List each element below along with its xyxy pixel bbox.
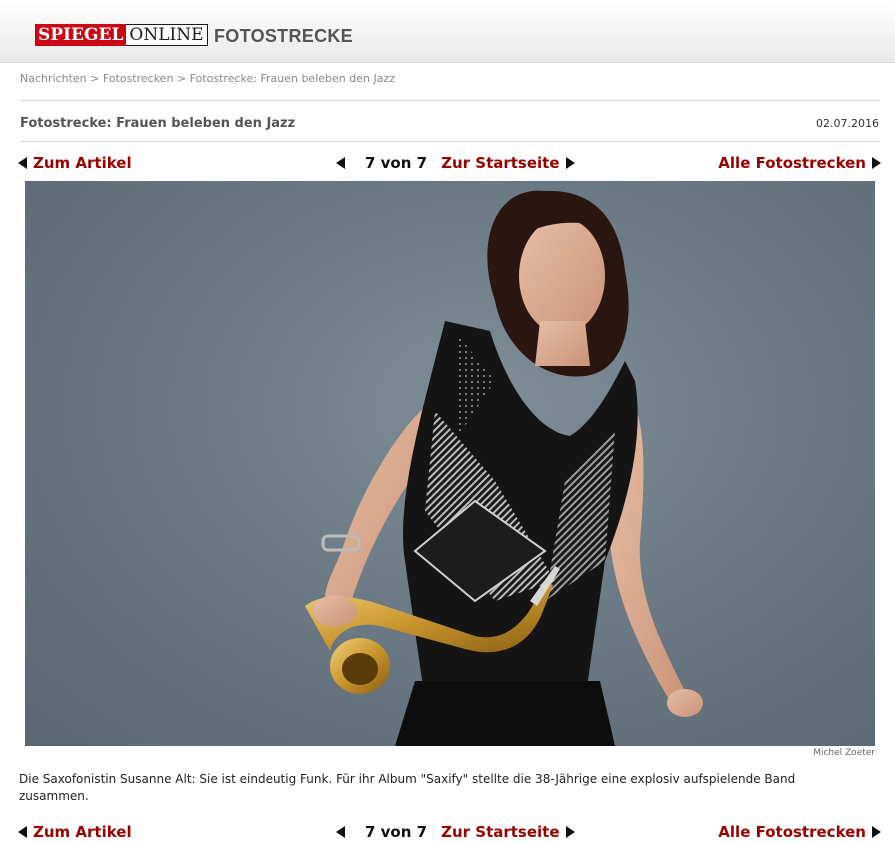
- arrow-right-icon: [872, 826, 881, 838]
- gallery-nav-top: Zum Artikel 7 von 7 Zur Startseite Alle …: [0, 154, 895, 174]
- arrow-left-icon: [18, 157, 27, 169]
- breadcrumb-current[interactable]: Fotostrecke: Frauen beleben den Jazz: [190, 72, 395, 85]
- photo-illustration: [305, 190, 703, 746]
- breadcrumb-separator: >: [90, 72, 100, 85]
- logo-online: ONLINE: [126, 24, 208, 46]
- breadcrumb: Nachrichten > Fotostrecken > Fotostrecke…: [20, 72, 395, 85]
- logo-spiegel: SPIEGEL: [35, 24, 127, 46]
- breadcrumb-nachrichten[interactable]: Nachrichten: [20, 72, 87, 85]
- all-galleries-link[interactable]: Alle Fotostrecken: [718, 154, 881, 172]
- divider: [20, 100, 880, 101]
- back-to-article-link[interactable]: Zum Artikel: [18, 823, 132, 841]
- publish-date: 02.07.2016: [816, 117, 879, 130]
- previous-photo-icon[interactable]: [336, 826, 345, 838]
- all-galleries-label: Alle Fotostrecken: [718, 154, 866, 172]
- all-galleries-label: Alle Fotostrecken: [718, 823, 866, 841]
- arrow-left-icon: [18, 826, 27, 838]
- breadcrumb-fotostrecken[interactable]: Fotostrecken: [103, 72, 174, 85]
- photo-counter: 7 von 7: [365, 823, 428, 841]
- spiegel-online-logo[interactable]: SPIEGEL ONLINE: [35, 24, 208, 46]
- next-photo-icon[interactable]: [565, 157, 575, 169]
- home-link[interactable]: Zur Startseite: [441, 823, 559, 841]
- back-to-article-label: Zum Artikel: [33, 154, 132, 172]
- arrow-right-icon: [872, 157, 881, 169]
- gallery-pager: 7 von 7 Zur Startseite: [336, 154, 575, 172]
- previous-photo-icon[interactable]: [336, 157, 345, 169]
- section-title: FOTOSTRECKE: [214, 26, 353, 46]
- gallery-photo[interactable]: [25, 181, 875, 746]
- photo-caption: Die Saxofonistin Susanne Alt: Sie ist ei…: [19, 772, 796, 803]
- photo-credit: Michel Zoeter: [813, 748, 875, 758]
- next-photo-icon[interactable]: [565, 826, 575, 838]
- all-galleries-link[interactable]: Alle Fotostrecken: [718, 823, 881, 841]
- page-title: Fotostrecke: Frauen beleben den Jazz: [20, 116, 296, 131]
- divider: [20, 141, 880, 142]
- gallery-nav-bottom: Zum Artikel 7 von 7 Zur Startseite Alle …: [0, 823, 895, 843]
- home-link[interactable]: Zur Startseite: [441, 154, 559, 172]
- back-to-article-link[interactable]: Zum Artikel: [18, 154, 132, 172]
- site-header: SPIEGEL ONLINE FOTOSTRECKE: [0, 0, 895, 63]
- gallery-pager: 7 von 7 Zur Startseite: [336, 823, 575, 841]
- breadcrumb-separator: >: [176, 72, 187, 85]
- back-to-article-label: Zum Artikel: [33, 823, 132, 841]
- photo-counter: 7 von 7: [365, 154, 428, 172]
